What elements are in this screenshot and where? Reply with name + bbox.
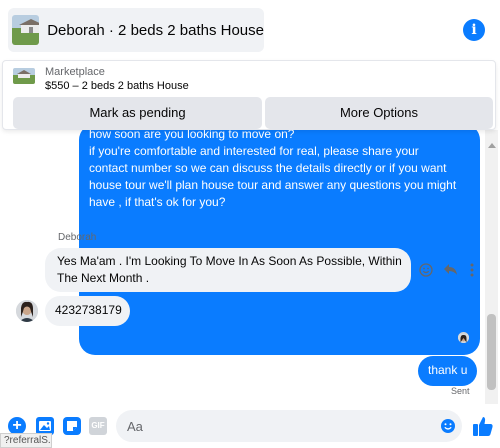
message-list: how soon are you looking to move on? if … xyxy=(0,130,485,400)
sent-message-bubble: thank u xyxy=(418,356,477,386)
scroll-up-arrow-icon[interactable] xyxy=(488,143,496,148)
thumbs-up-icon[interactable] xyxy=(472,415,494,437)
mark-as-pending-button[interactable]: Mark as pending xyxy=(13,97,262,129)
sent-message-bubble: how soon are you looking to move on? if … xyxy=(79,130,480,355)
message-composer: + GIF xyxy=(0,404,500,448)
chat-header: Deborah · 2 beds 2 baths House i xyxy=(0,0,500,60)
received-message-text: Yes Ma'am . I'm Looking To Move In As So… xyxy=(57,254,402,285)
received-message-text: 4232738179 xyxy=(55,303,122,317)
message-input[interactable] xyxy=(116,410,462,442)
info-icon[interactable]: i xyxy=(463,19,485,41)
emoji-icon[interactable] xyxy=(440,418,456,434)
listing-card: Marketplace $550 – 2 beds 2 baths House … xyxy=(2,60,496,130)
sender-name: Deborah xyxy=(58,232,97,243)
listing-price-detail: $550 – 2 beds 2 baths House xyxy=(45,80,189,92)
message-list-scrollbar[interactable] xyxy=(485,130,498,408)
listing-card-thumbnail xyxy=(13,68,35,84)
received-message-bubble: Yes Ma'am . I'm Looking To Move In As So… xyxy=(45,248,411,292)
status-bar-url: ?referralS... xyxy=(0,433,52,448)
listing-thumbnail xyxy=(12,15,40,45)
seen-avatar xyxy=(458,332,469,343)
message-line: have , if that's ok for you? xyxy=(89,195,226,209)
message-status: Sent xyxy=(451,386,470,396)
reply-arrow-icon[interactable] xyxy=(443,263,458,276)
sent-message-text: how soon are you looking to move on? if … xyxy=(89,130,475,211)
conversation-title: Deborah · 2 beds 2 baths House xyxy=(47,21,264,39)
gif-icon[interactable]: GIF xyxy=(89,417,107,435)
sticker-icon[interactable] xyxy=(63,417,81,435)
received-message-bubble: 4232738179 xyxy=(45,296,130,326)
message-line: contact number so we can discuss the det… xyxy=(89,161,447,175)
message-line: if you're comfortable and interested for… xyxy=(89,144,419,158)
listing-source-label: Marketplace xyxy=(45,66,105,78)
conversation-title-button[interactable]: Deborah · 2 beds 2 baths House xyxy=(8,8,264,52)
more-vertical-icon[interactable] xyxy=(470,263,474,277)
message-line: how soon are you looking to move on? xyxy=(89,130,295,141)
scrollbar-thumb[interactable] xyxy=(487,314,496,390)
message-line: house tour we'll plan house tour and ans… xyxy=(89,178,457,192)
more-options-button[interactable]: More Options xyxy=(265,97,493,129)
sent-message-text: thank u xyxy=(428,363,468,377)
smiley-react-icon[interactable] xyxy=(419,263,433,277)
avatar xyxy=(16,300,38,322)
